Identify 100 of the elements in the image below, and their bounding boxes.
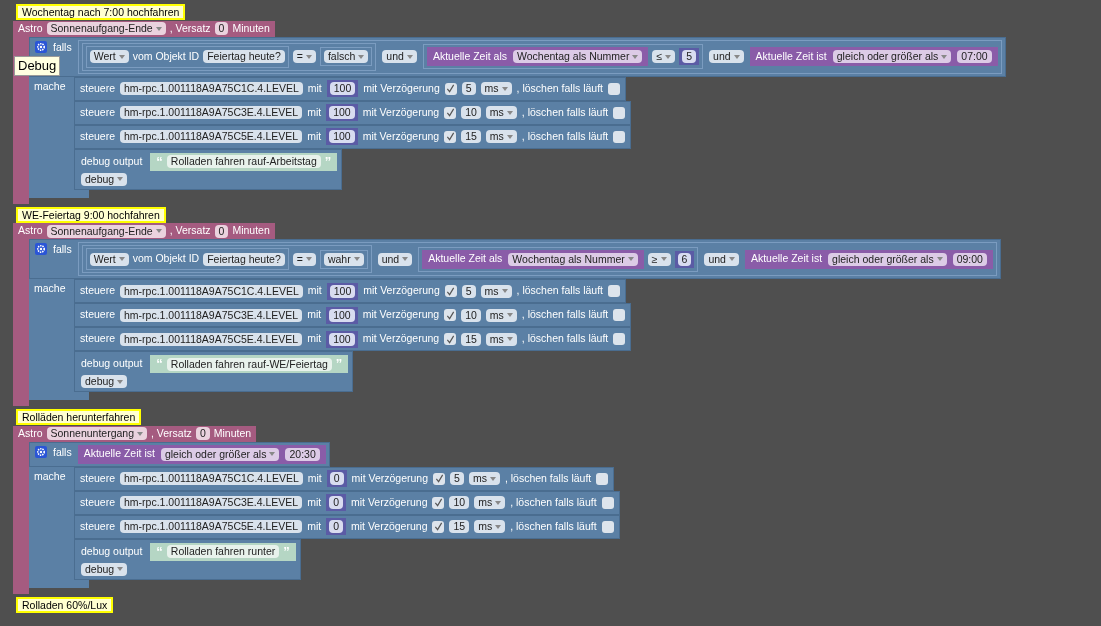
operator-dropdown[interactable]: = (292, 252, 316, 266)
comment[interactable]: Rolladen 60%/Lux (16, 596, 114, 613)
checkbox[interactable] (613, 309, 626, 321)
checkbox[interactable] (432, 520, 445, 533)
number-field[interactable]: 10 (449, 496, 470, 510)
checkbox[interactable] (613, 333, 626, 345)
operator-dropdown[interactable]: und (704, 252, 739, 266)
quote-mark: “ (156, 543, 163, 561)
checkbox[interactable] (444, 285, 457, 297)
operator-dropdown[interactable]: und (377, 252, 413, 266)
object-field[interactable]: hm-rpc.1.001118A9A75C1C.4.LEVEL (120, 82, 303, 95)
unit-dropdown[interactable]: ms (468, 472, 500, 486)
object-field[interactable]: hm-rpc.1.001118A9A75C5E.4.LEVEL (120, 332, 303, 346)
dropdown[interactable]: Wert (89, 252, 129, 266)
object-field[interactable]: hm-rpc.1.001118A9A75C1C.4.LEVEL (120, 472, 303, 486)
caret-icon (495, 500, 502, 505)
operator-dropdown[interactable]: = (292, 50, 316, 64)
number-field[interactable]: 0 (329, 472, 344, 486)
comment[interactable]: Wochentag nach 7:00 hochfahren (16, 4, 186, 20)
number-field[interactable]: 100 (329, 106, 355, 119)
number-field[interactable]: 100 (329, 82, 356, 95)
gear-icon[interactable] (35, 445, 47, 458)
operator-dropdown[interactable]: und (709, 50, 744, 64)
number-field[interactable]: 5 (461, 284, 476, 298)
dropdown[interactable]: gleich oder größer als (828, 252, 947, 266)
checkbox[interactable] (444, 106, 457, 119)
dropdown[interactable]: Sonnenaufgang-Ende (46, 224, 166, 238)
dropdown[interactable]: Wochentag als Nummer (508, 252, 638, 266)
time-field[interactable]: 09:00 (952, 252, 987, 266)
number-field[interactable]: 15 (449, 520, 470, 534)
checkbox[interactable] (601, 496, 614, 509)
checkbox[interactable] (613, 130, 626, 143)
dropdown[interactable]: debug (81, 562, 128, 576)
object-field[interactable]: Feiertag heute? (203, 252, 285, 266)
text-field[interactable]: Rolladen fahren rauf-Arbeitstag (166, 155, 321, 168)
number-field[interactable]: 5 (450, 472, 464, 486)
object-field[interactable]: Feiertag heute? (203, 50, 285, 64)
object-field[interactable]: hm-rpc.1.001118A9A75C5E.4.LEVEL (120, 520, 303, 534)
object-field[interactable]: hm-rpc.1.001118A9A75C5E.4.LEVEL (120, 130, 303, 143)
unit-dropdown[interactable]: ms (485, 308, 517, 322)
number-field[interactable]: 15 (461, 332, 481, 346)
number-field[interactable]: 100 (329, 332, 355, 346)
number-field[interactable]: 15 (461, 130, 481, 143)
number-field[interactable]: 100 (329, 130, 355, 143)
dropdown[interactable]: Sonnenuntergang (46, 427, 147, 441)
dropdown[interactable]: Sonnenaufgang-Ende (46, 22, 166, 36)
time-field[interactable]: 07:00 (957, 50, 992, 64)
dropdown[interactable]: gleich oder größer als (832, 50, 952, 64)
dropdown[interactable]: Wert (89, 50, 129, 64)
number-field[interactable]: 5 (682, 50, 697, 64)
unit-dropdown[interactable]: ms (480, 284, 512, 298)
checkbox[interactable] (432, 496, 445, 509)
checkbox[interactable] (433, 472, 446, 485)
offset-field[interactable]: 0 (195, 427, 210, 441)
checkbox[interactable] (444, 333, 457, 345)
number-field[interactable]: 5 (461, 82, 476, 95)
checkbox[interactable] (596, 472, 609, 485)
checkbox[interactable] (444, 130, 457, 143)
unit-dropdown[interactable]: ms (474, 520, 506, 534)
operator-dropdown[interactable]: und (382, 50, 417, 64)
comment[interactable]: Rolläden herunterfahren (16, 409, 142, 425)
dropdown[interactable]: Wochentag als Nummer (513, 50, 643, 64)
dropdown[interactable]: debug (81, 172, 128, 186)
offset-field[interactable]: 0 (214, 22, 229, 36)
number-field[interactable]: 100 (329, 308, 355, 322)
dropdown[interactable]: wahr (323, 252, 364, 266)
number-field[interactable]: 0 (329, 496, 343, 510)
number-field[interactable]: 100 (329, 284, 356, 298)
text-field[interactable]: Rolladen fahren runter (166, 545, 280, 559)
unit-dropdown[interactable]: ms (480, 82, 512, 95)
unit-dropdown[interactable]: ms (485, 106, 517, 119)
text-field[interactable]: Rolladen fahren rauf-WE/Feiertag (166, 357, 332, 371)
checkbox[interactable] (608, 285, 620, 297)
object-field[interactable]: hm-rpc.1.001118A9A75C3E.4.LEVEL (120, 496, 303, 510)
comment[interactable]: WE-Feiertag 9:00 hochfahren (16, 206, 166, 223)
checkbox[interactable] (444, 309, 457, 321)
dropdown[interactable]: gleich oder größer als (160, 447, 280, 461)
object-field[interactable]: hm-rpc.1.001118A9A75C1C.4.LEVEL (120, 284, 303, 298)
offset-field[interactable]: 0 (214, 224, 229, 238)
unit-dropdown[interactable]: ms (485, 130, 517, 143)
dropdown[interactable]: falsch (323, 50, 369, 64)
gear-icon[interactable] (35, 40, 47, 53)
checkbox[interactable] (608, 82, 620, 95)
time-field[interactable]: 20:30 (285, 447, 320, 461)
checkbox[interactable] (444, 82, 457, 95)
number-field[interactable]: 10 (461, 106, 481, 119)
number-field[interactable]: 0 (329, 520, 343, 534)
checkbox[interactable] (613, 106, 626, 119)
caret-icon (506, 134, 513, 139)
object-field[interactable]: hm-rpc.1.001118A9A75C3E.4.LEVEL (120, 106, 303, 119)
checkbox[interactable] (601, 520, 614, 533)
number-field[interactable]: 10 (461, 308, 481, 322)
gear-icon[interactable] (35, 243, 47, 256)
dropdown[interactable]: debug (81, 375, 128, 388)
operator-dropdown[interactable]: ≥ (647, 252, 671, 266)
unit-dropdown[interactable]: ms (474, 496, 506, 510)
operator-dropdown[interactable]: ≤ (652, 50, 676, 64)
number-field[interactable]: 6 (677, 252, 692, 266)
unit-dropdown[interactable]: ms (485, 332, 517, 346)
object-field[interactable]: hm-rpc.1.001118A9A75C3E.4.LEVEL (120, 308, 303, 322)
